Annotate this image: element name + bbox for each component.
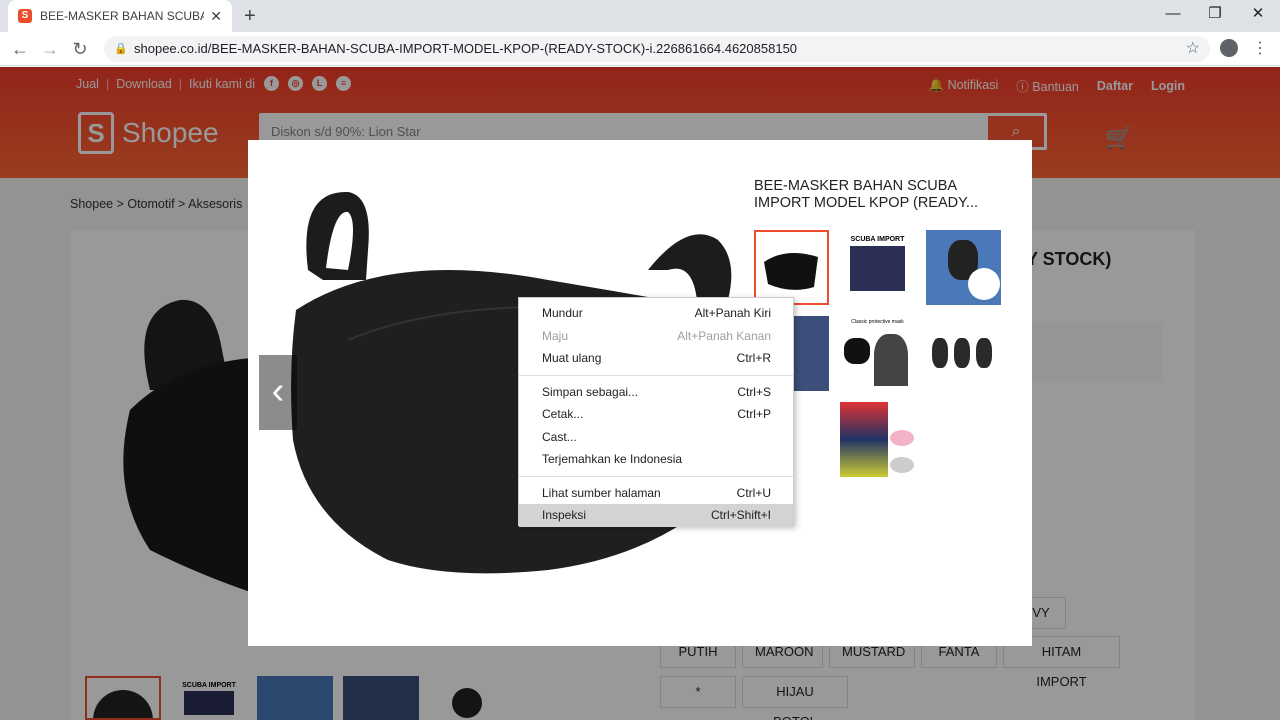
browser-tab[interactable]: S BEE-MASKER BAHAN SCUBA IMP ✕ [8,0,232,32]
modal-thumb[interactable] [926,316,1001,391]
menu-item-print[interactable]: Cetak... Ctrl+P [519,403,793,426]
menu-item-inspect[interactable]: Inspeksi Ctrl+Shift+I [519,504,793,527]
menu-item-save-as[interactable]: Simpan sebagai... Ctrl+S [519,381,793,404]
previous-image-button[interactable]: ‹ [259,355,297,430]
restore-button[interactable]: ❐ [1205,4,1225,24]
back-button[interactable]: ← [9,38,31,60]
modal-thumb[interactable]: SCUBA IMPORT [840,230,915,305]
reload-button[interactable]: ↻ [69,38,91,60]
menu-item-translate[interactable]: Terjemahkan ke Indonesia [519,448,793,471]
address-bar[interactable]: 🔒 shopee.co.id/BEE-MASKER-BAHAN-SCUBA-IM… [104,36,1210,62]
profile-icon[interactable] [1220,39,1238,57]
menu-item-forward[interactable]: Maju Alt+Panah Kanan [519,325,793,348]
menu-item-view-source[interactable]: Lihat sumber halaman Ctrl+U [519,482,793,505]
shopee-favicon-icon: S [18,9,32,23]
menu-separator [519,374,793,376]
star-icon[interactable]: ☆ [1186,36,1200,62]
kebab-icon[interactable]: ⋮ [1252,38,1268,58]
modal-thumb[interactable]: Classic protective mask [840,316,915,391]
context-menu: Mundur Alt+Panah Kiri Maju Alt+Panah Kanan… [518,297,794,527]
minimize-button[interactable]: — [1163,4,1183,24]
menu-item-back[interactable]: Mundur Alt+Panah Kiri [519,302,793,325]
menu-item-reload[interactable]: Muat ulang Ctrl+R [519,347,793,370]
modal-thumb[interactable] [840,402,915,477]
modal-thumb[interactable] [926,230,1001,305]
tab-close-icon[interactable]: ✕ [210,8,222,25]
lock-icon: 🔒 [114,43,128,55]
menu-separator [519,475,793,477]
modal-thumb[interactable] [754,230,829,305]
tab-title: BEE-MASKER BAHAN SCUBA IMP [40,9,205,23]
browser-toolbar: ← → ↻ 🔒 shopee.co.id/BEE-MASKER-BAHAN-SC… [0,32,1280,66]
forward-button[interactable]: → [39,38,61,60]
new-tab-button[interactable]: + [244,4,256,28]
menu-item-cast[interactable]: Cast... [519,426,793,449]
url-text: shopee.co.id/BEE-MASKER-BAHAN-SCUBA-IMPO… [134,41,798,56]
window-close-button[interactable]: ✕ [1248,4,1268,24]
modal-product-title: BEE-MASKER BAHAN SCUBA IMPORT MODEL KPOP… [754,178,979,211]
tab-bar: S BEE-MASKER BAHAN SCUBA IMP ✕ + — ❐ ✕ [0,0,1280,32]
